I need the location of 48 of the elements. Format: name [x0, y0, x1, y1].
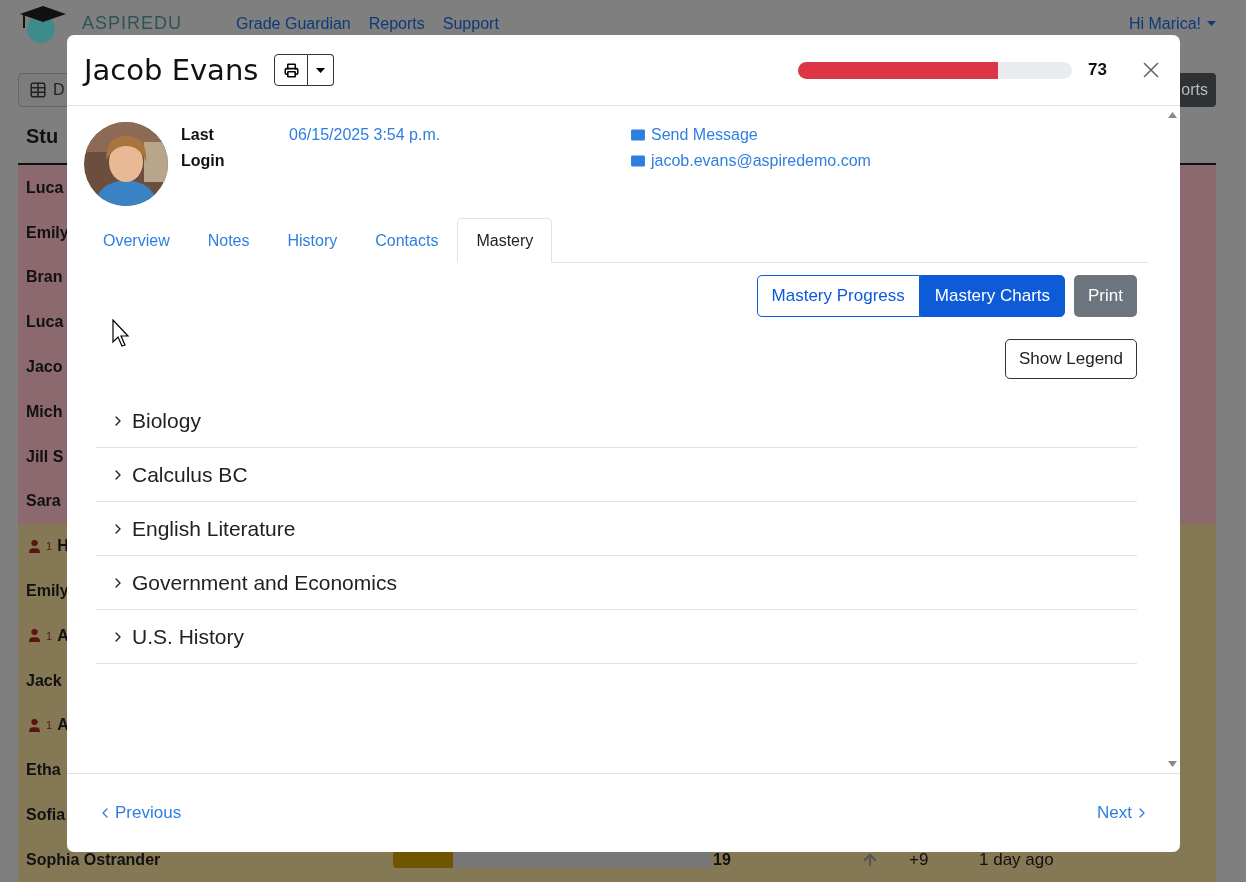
flag-count: 1: [46, 540, 53, 553]
caret-icon: [316, 67, 326, 73]
scroll-down-icon[interactable]: [1167, 761, 1177, 767]
mouse-pointer-icon: [112, 319, 131, 347]
grid-icon: [29, 80, 47, 99]
student-name: Sofia: [26, 805, 66, 824]
print-icon-button[interactable]: [274, 54, 309, 86]
last-login-value: 06/15/2025 3:54 p.m.: [289, 125, 442, 145]
student-name: Etha: [26, 761, 61, 780]
scroll-up-icon[interactable]: [1167, 112, 1177, 118]
graduation-cap-logo: [18, 3, 68, 44]
student-name: Sophia Ostrander: [26, 850, 161, 869]
nav-link[interactable]: Support: [442, 14, 499, 33]
person-icon: [26, 716, 43, 734]
student-name: Mich: [26, 402, 63, 421]
nav-link[interactable]: Grade Guardian: [236, 14, 351, 33]
student-name: Jaco: [26, 357, 63, 376]
tab[interactable]: Mastery: [457, 218, 553, 263]
score-change: +9: [908, 849, 930, 870]
email-link[interactable]: Send Message: [629, 122, 871, 148]
student-name: Bran: [26, 268, 63, 287]
student-name: Jack: [26, 671, 62, 690]
show-legend-button[interactable]: Show Legend: [1005, 339, 1137, 379]
flag-count: 1: [46, 719, 53, 732]
user-menu[interactable]: Hi Marica!: [1129, 14, 1216, 33]
student-name: Emily: [26, 581, 69, 600]
student-name: Luca: [26, 313, 64, 332]
view-toggle-button[interactable]: Mastery Charts: [919, 275, 1066, 317]
student-name: Emily: [26, 223, 69, 242]
logo-text: ASPIREDU: [82, 13, 183, 35]
flag-count: 1: [46, 629, 53, 642]
person-icon: [26, 627, 43, 645]
score-value: 19: [712, 850, 732, 869]
student-name: Sara: [26, 492, 61, 511]
next-link[interactable]: Next: [1097, 803, 1150, 823]
caret-icon: [1207, 21, 1216, 27]
student-name: Jill S: [26, 447, 64, 466]
student-name: Luca: [26, 178, 64, 197]
person-icon: [26, 537, 43, 555]
student-name-title: Jacob Evans: [84, 53, 259, 87]
dropdown-toggle[interactable]: [308, 54, 335, 86]
score-value: 73: [1088, 60, 1108, 80]
previous-link[interactable]: Previous: [97, 803, 182, 823]
print-button[interactable]: Print: [1074, 275, 1137, 317]
printer-icon: [283, 62, 299, 78]
nav-link[interactable]: Reports: [368, 14, 425, 33]
view-toggle-button[interactable]: Mastery Progress: [756, 275, 920, 317]
last-seen: 1 day ago: [978, 849, 1055, 870]
